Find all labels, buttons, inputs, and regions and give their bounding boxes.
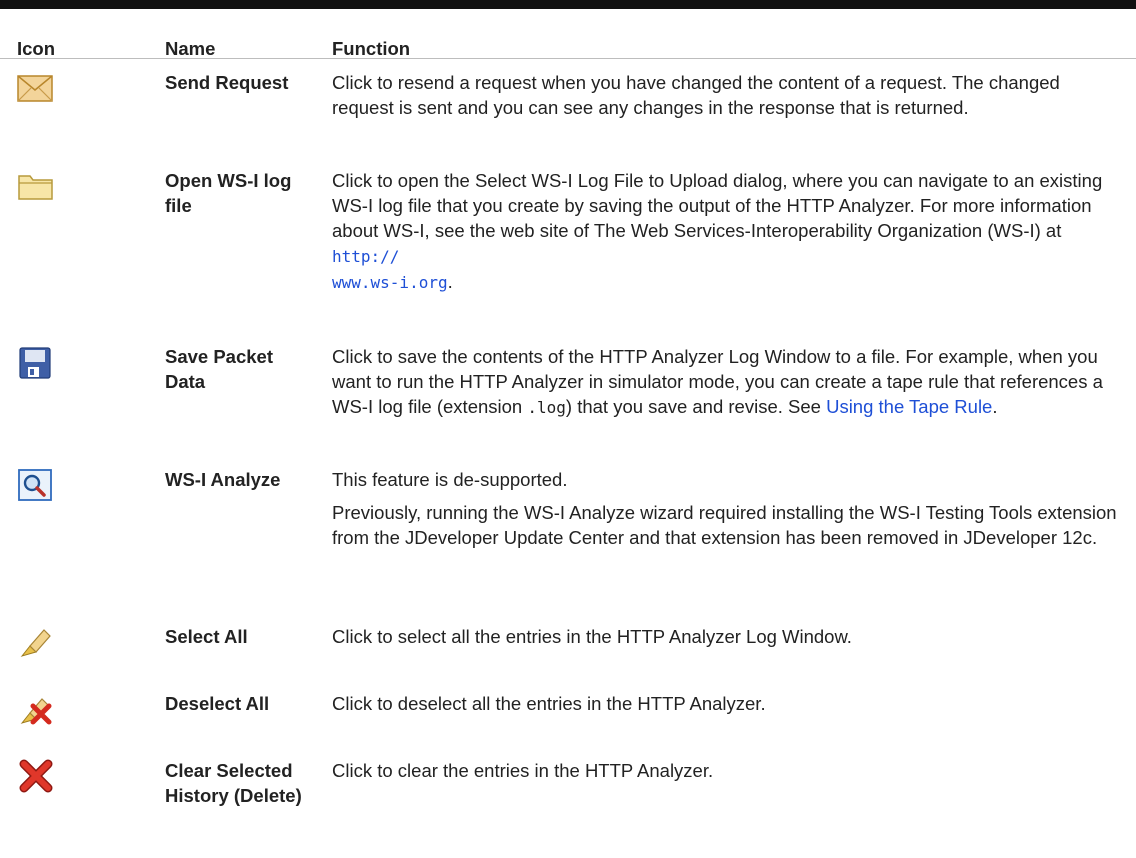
row-name: Open WS-I log file: [165, 170, 292, 216]
row-name: Clear Selected History (Delete): [165, 760, 302, 806]
red-x-icon: [16, 758, 56, 794]
row-name: Deselect All: [165, 693, 270, 714]
deselect-all-icon: [16, 691, 56, 727]
row-function: Click to deselect all the entries in the…: [332, 693, 766, 714]
envelope-icon: [16, 70, 56, 106]
row-function: This feature is de-supported. Previously…: [332, 469, 1117, 548]
row-function: Click to open the Select WS-I Log File t…: [332, 170, 1103, 292]
row-name: WS-I Analyze: [165, 469, 281, 490]
magnifier-icon: [16, 467, 56, 503]
row-name: Send Request: [165, 72, 289, 93]
row-function: Click to select all the entries in the H…: [332, 626, 852, 647]
row-function: Click to resend a request when you have …: [332, 72, 1060, 118]
row-function: Click to clear the entries in the HTTP A…: [332, 760, 714, 781]
header-icon: Icon: [17, 38, 56, 59]
header-name: Name: [165, 38, 216, 59]
select-all-brush-icon: [16, 624, 56, 660]
folder-icon: [16, 168, 56, 204]
row-name: Select All: [165, 626, 248, 647]
row-name: Save Packet Data: [165, 346, 274, 392]
extension-code: .log: [527, 398, 566, 417]
row-function: Click to save the contents of the HTTP A…: [332, 346, 1103, 417]
save-disk-icon: [16, 344, 56, 380]
top-rule: [0, 0, 1136, 9]
header-function: Function: [332, 38, 411, 59]
tape-rule-link[interactable]: Using the Tape Rule: [826, 396, 992, 417]
ws-i-link[interactable]: http://www.ws-i.org: [332, 247, 448, 292]
table-header: Icon Name Function: [0, 18, 1136, 59]
